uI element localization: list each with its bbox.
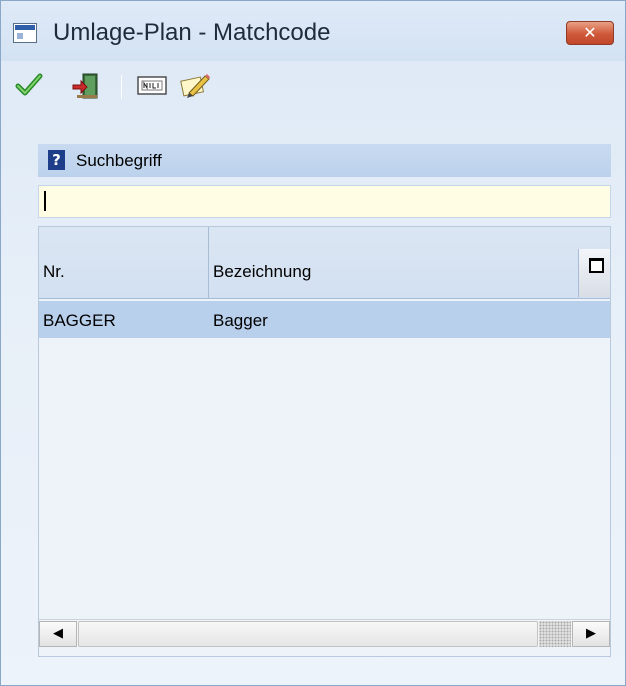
search-label: Suchbegriff [76, 151, 162, 170]
column-chooser-button[interactable] [578, 249, 610, 297]
scroll-track[interactable] [539, 621, 571, 647]
exit-door-icon[interactable] [71, 71, 99, 99]
matchcode-window: Umlage-Plan - Matchcode ✕ ? Suchbegriff … [0, 0, 626, 686]
column-header-bezeichnung[interactable]: Bezeichnung [209, 227, 579, 299]
column-header-nr[interactable]: Nr. [39, 227, 209, 299]
text-cursor [44, 191, 46, 211]
toolbar [1, 61, 625, 107]
cell-nr: BAGGER [43, 311, 116, 330]
table-row[interactable]: BAGGER Bagger [39, 301, 610, 338]
close-button[interactable]: ✕ [566, 21, 614, 45]
scroll-left-arrow-icon[interactable]: ◀ [39, 621, 77, 647]
cell-bezeichnung: Bagger [213, 311, 268, 330]
scroll-thumb[interactable] [78, 621, 538, 647]
search-input[interactable] [38, 185, 611, 218]
title-bar[interactable]: Umlage-Plan - Matchcode ✕ [1, 1, 625, 61]
checkmark-icon[interactable] [15, 71, 43, 99]
toolbar-separator [121, 75, 122, 99]
new-record-icon[interactable] [135, 71, 169, 99]
grid-header: Nr. Bezeichnung [39, 227, 610, 299]
results-grid: Nr. Bezeichnung BAGGER Bagger ◀ ▶ [38, 226, 611, 657]
app-window-icon [13, 23, 37, 43]
column-header-bezeichnung-label: Bezeichnung [213, 262, 312, 281]
horizontal-scrollbar[interactable]: ◀ ▶ [39, 619, 610, 647]
scroll-right-arrow-icon[interactable]: ▶ [572, 621, 610, 647]
search-label-bar: ? Suchbegriff [38, 144, 611, 177]
column-header-nr-label: Nr. [43, 262, 65, 281]
edit-pencil-icon[interactable] [179, 71, 211, 99]
help-icon[interactable]: ? [48, 150, 65, 170]
window-title: Umlage-Plan - Matchcode [53, 19, 331, 46]
